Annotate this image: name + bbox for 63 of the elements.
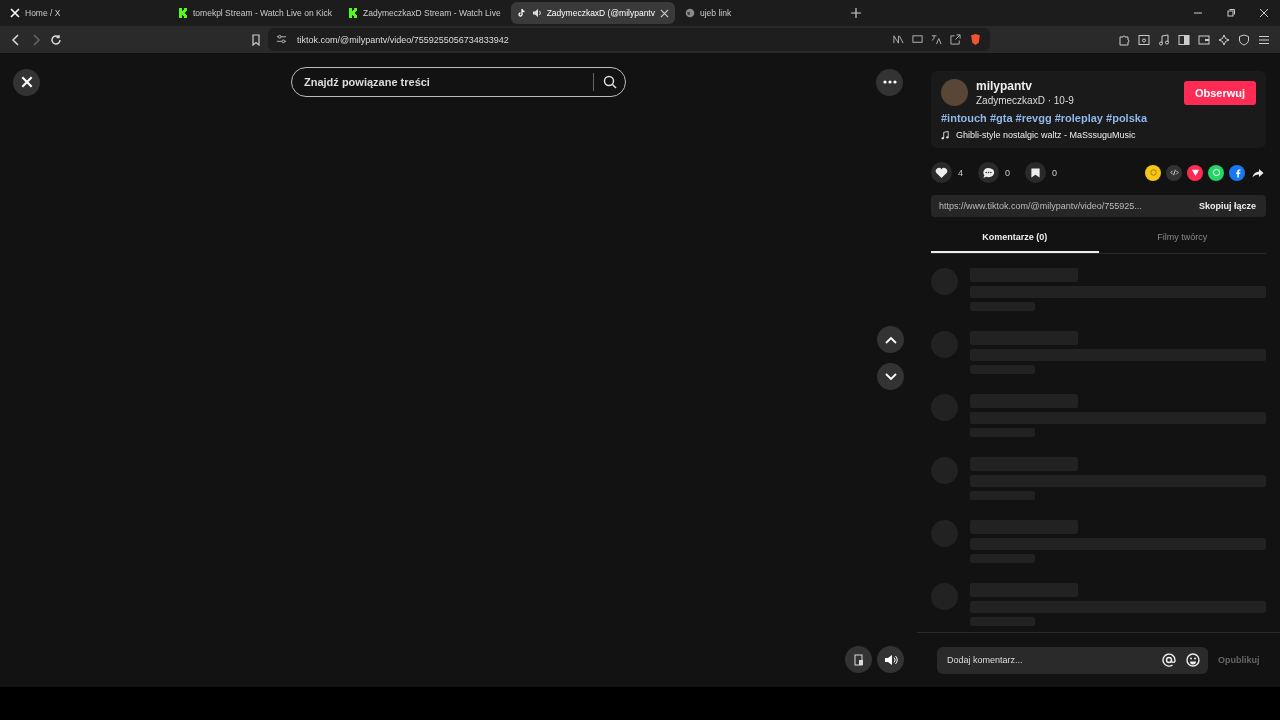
phone-chat-share-icon[interactable] [1208, 164, 1224, 181]
coin-share-icon[interactable] [1145, 164, 1161, 181]
browser-tab[interactable]: ZadymeczkaxD (@milypantv [510, 2, 675, 24]
send-share-icon[interactable] [1187, 164, 1203, 181]
tab-title: ZadymeczkaxD Stream - Watch Live [363, 8, 501, 18]
tab-title: Home / X [25, 8, 62, 18]
like-button[interactable] [931, 162, 952, 183]
mention-icon[interactable] [1162, 653, 1176, 667]
f-share-icon[interactable] [1229, 164, 1245, 181]
k-logo-icon [348, 8, 359, 18]
count: 4 [958, 167, 963, 178]
globe-icon [684, 8, 695, 18]
follow-button[interactable]: Obserwuj [1183, 80, 1256, 105]
embed-icon[interactable] [1166, 164, 1182, 181]
speaker-icon [883, 653, 898, 666]
video-link: https://www.tiktok.com/@milypantv/video/755925... [939, 201, 1143, 211]
browser-tab[interactable]: Home / X [4, 2, 164, 24]
hashtags[interactable]: #intouch #gta #revgg #roleplay #polska [941, 112, 1256, 124]
previous-video-button[interactable] [877, 326, 904, 353]
url-text: tiktok.com/@milypantv/video/7559255056734833942 [297, 34, 509, 45]
chevron-down-icon [884, 372, 897, 381]
address-bar[interactable]: tiktok.com/@milypantv/video/7559255056734833942 [268, 28, 990, 51]
save-button[interactable] [1025, 162, 1047, 183]
close-button[interactable] [13, 68, 40, 96]
x-logo-icon [10, 8, 20, 18]
link-field[interactable]: https://www.tiktok.com/@milypantv/video/755925... Skopiuj łącze [931, 195, 1266, 217]
k-logo-icon [178, 8, 188, 18]
speaker-icon[interactable] [531, 8, 542, 18]
panel-tab[interactable]: Filmy twórcy [1098, 227, 1266, 253]
music-title[interactable]: Ghibli-style nostalgic waltz - MaSssuguMusic [956, 130, 1136, 140]
count: 0 [1052, 167, 1058, 178]
tab-title: tomekpl Stream - Watch Live on Kick [193, 8, 333, 18]
next-video-button[interactable] [877, 363, 904, 390]
username[interactable]: milypantv [976, 79, 1074, 93]
browser-tab[interactable]: ujeb link [678, 2, 839, 24]
tab-title: ZadymeczkaxD (@milypantv [546, 8, 655, 18]
more-icon [882, 80, 897, 84]
tab-title: ujeb link [699, 8, 733, 18]
comment-bar[interactable]: Dodaj komentarz... [937, 646, 1208, 674]
chevron-up-icon [884, 335, 897, 344]
speech-bubble-icon [982, 166, 995, 179]
comment-button[interactable] [978, 162, 999, 183]
count: 0 [1005, 167, 1011, 178]
close-icon [19, 75, 34, 89]
music-note-icon [941, 130, 950, 140]
browser-tab[interactable]: ZadymeczkaxD Stream - Watch Live [342, 2, 507, 24]
author-date: ZadymeczkaxD · 10-9 [976, 95, 1074, 106]
search-icon[interactable] [603, 75, 617, 89]
comment-field[interactable]: Dodaj komentarz... [945, 654, 1152, 666]
floating-player-button[interactable] [845, 646, 872, 673]
emoji-icon[interactable] [1186, 653, 1200, 667]
volume-button[interactable] [877, 646, 904, 673]
note-logo-icon [516, 8, 527, 18]
panel-tab[interactable]: Komentarze (0) [931, 227, 1099, 253]
browser-tab[interactable]: tomekpl Stream - Watch Live on Kick [172, 2, 339, 24]
search-field[interactable]: Znajdź powiązane treści [302, 75, 584, 89]
new-tab-icon[interactable] [850, 8, 861, 18]
more-button[interactable] [876, 68, 903, 96]
heart-icon [935, 166, 948, 179]
close-tab-icon[interactable] [659, 8, 669, 18]
bookmark-icon [1030, 166, 1042, 179]
floating-player-icon [852, 653, 865, 666]
copy-link-button[interactable]: Skopiuj łącze [1188, 201, 1266, 211]
